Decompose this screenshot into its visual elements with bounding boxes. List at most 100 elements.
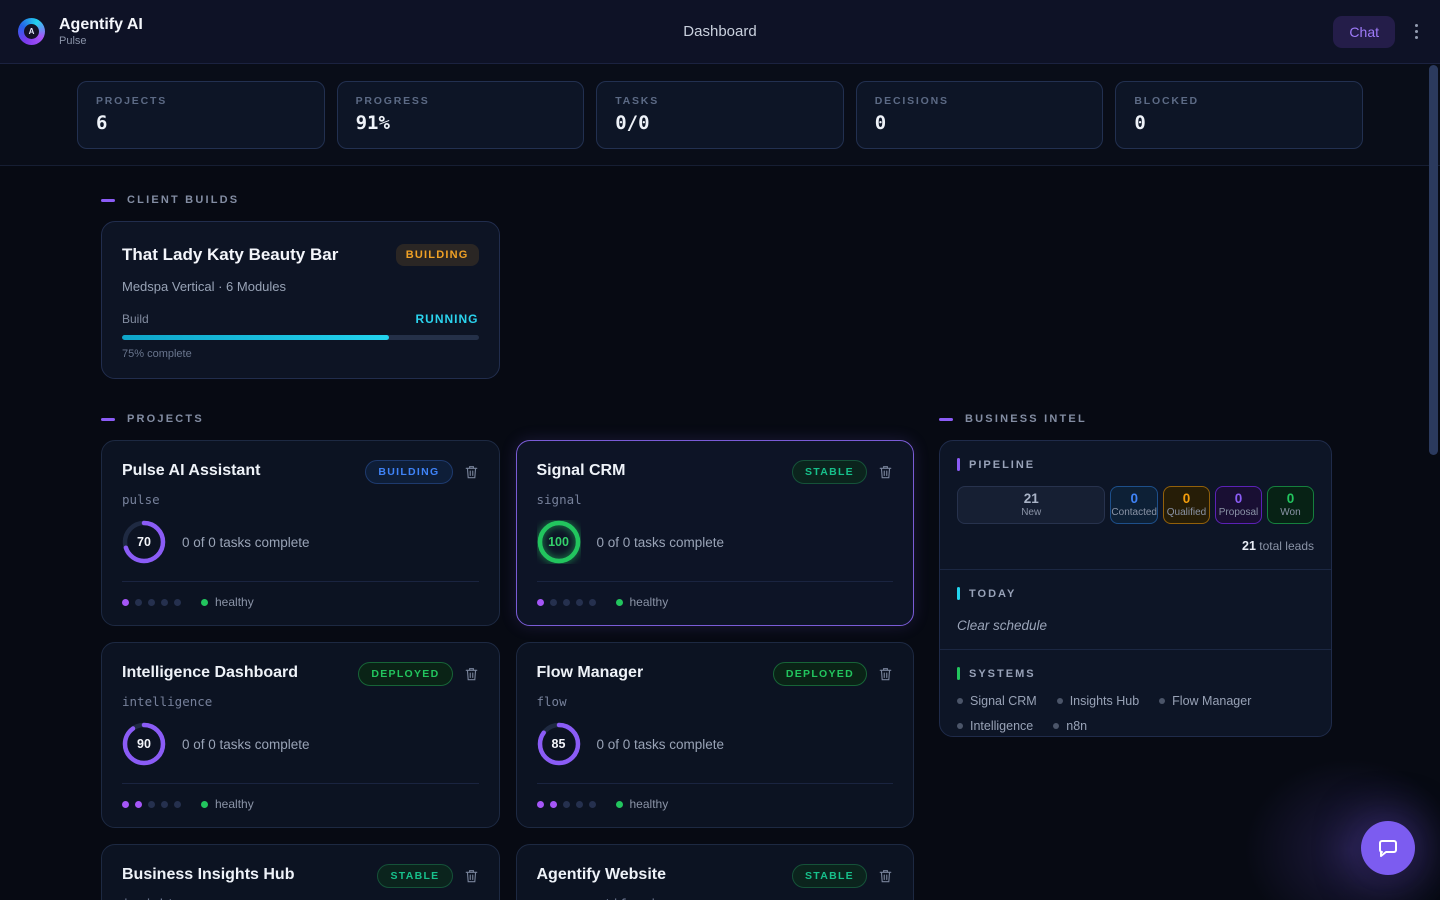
kebab-menu-icon[interactable] (1409, 18, 1424, 45)
client-build-card[interactable]: That Lady Katy Beauty Bar BUILDING Medsp… (101, 221, 500, 379)
system-item: Signal CRM (957, 694, 1037, 708)
system-item: Intelligence (957, 719, 1033, 733)
score-ring: 70 (122, 520, 166, 564)
project-status-badge: STABLE (377, 864, 452, 888)
today-accent-bar (957, 587, 960, 600)
chat-fab-button[interactable] (1361, 821, 1415, 875)
pipeline-stage[interactable]: 21 New (957, 486, 1105, 524)
business-intel-panel: PIPELINE 21 New 0 Contacted 0 Qualified … (939, 440, 1332, 737)
client-builds-section-header: CLIENT BUILDS (101, 194, 914, 206)
project-slug: intelligence (122, 694, 479, 709)
systems-section: SYSTEMS Signal CRM Insights Hub Flow Man… (940, 649, 1331, 737)
health-dot-icon (201, 801, 208, 808)
today-section: TODAY Clear schedule (940, 569, 1331, 649)
milestone-dot (563, 599, 570, 606)
health-dot-icon (201, 599, 208, 606)
milestone-dot (550, 801, 557, 808)
stat-card: DECISIONS 0 (856, 81, 1104, 149)
project-card[interactable]: Pulse AI Assistant BUILDING pulse 70 0 o… (101, 440, 500, 626)
stat-label: DECISIONS (875, 95, 1085, 107)
left-column: CLIENT BUILDS That Lady Katy Beauty Bar … (101, 194, 914, 900)
pipeline-stage[interactable]: 0 Proposal (1215, 486, 1262, 524)
trash-icon[interactable] (464, 464, 479, 480)
pipeline-stage[interactable]: 0 Qualified (1163, 486, 1210, 524)
build-stage-label: Build (122, 312, 149, 326)
project-card[interactable]: Business Insights Hub STABLE insights (101, 844, 500, 900)
project-card[interactable]: Agentify Website STABLE weareagentify.ai (516, 844, 915, 900)
chat-button[interactable]: Chat (1333, 16, 1395, 48)
pipeline-accent-bar (957, 458, 960, 471)
total-leads-label: total leads (1256, 539, 1314, 553)
pipeline-stage[interactable]: 0 Won (1267, 486, 1314, 524)
card-divider (122, 581, 479, 582)
trash-icon[interactable] (878, 464, 893, 480)
app-title-block: Agentify AI Pulse (59, 16, 143, 46)
project-slug: weareagentify.ai (537, 896, 894, 900)
stat-value: 6 (96, 112, 306, 134)
system-dot-icon (957, 698, 963, 704)
milestone-dot (122, 801, 129, 808)
total-leads: 21 total leads (957, 539, 1314, 553)
stage-value: 21 (1024, 491, 1039, 507)
system-dot-icon (1057, 698, 1063, 704)
project-title: Pulse AI Assistant (122, 460, 260, 480)
system-item: Insights Hub (1057, 694, 1139, 708)
health-text: healthy (630, 595, 669, 609)
project-tasks-text: 0 of 0 tasks complete (182, 535, 310, 550)
project-status-badge: STABLE (792, 460, 867, 484)
page-title: Dashboard (0, 23, 1440, 40)
stage-label: Won (1280, 507, 1300, 519)
system-item: Flow Manager (1159, 694, 1251, 708)
stat-value: 0/0 (615, 112, 825, 134)
score-value: 100 (537, 520, 581, 564)
milestone-dot (563, 801, 570, 808)
app-header: A Agentify AI Pulse Dashboard Chat (0, 0, 1440, 64)
today-empty-text: Clear schedule (957, 618, 1314, 633)
project-title: Flow Manager (537, 662, 644, 682)
project-slug: insights (122, 896, 479, 900)
stat-value: 0 (875, 112, 1085, 134)
logo-letter: A (24, 24, 39, 39)
pipeline-stage[interactable]: 0 Contacted (1110, 486, 1158, 524)
milestone-dot (148, 801, 155, 808)
project-card[interactable]: Flow Manager DEPLOYED flow 85 0 of 0 tas… (516, 642, 915, 828)
stat-label: PROJECTS (96, 95, 306, 107)
chat-bubble-icon (1376, 836, 1400, 860)
trash-icon[interactable] (878, 666, 893, 682)
app-logo-icon: A (18, 18, 45, 45)
stats-band: PROJECTS 6 PROGRESS 91% TASKS 0/0 DECISI… (0, 64, 1440, 166)
health-text: healthy (215, 595, 254, 609)
milestone-dot (135, 599, 142, 606)
health-dot-icon (616, 599, 623, 606)
business-intel-column: BUSINESS INTEL PIPELINE 21 New 0 Contact… (939, 413, 1332, 900)
milestone-dots (537, 599, 596, 606)
stage-value: 0 (1130, 491, 1138, 507)
project-ring-row: 70 0 of 0 tasks complete (122, 520, 479, 564)
scrollbar-thumb[interactable] (1429, 65, 1438, 455)
trash-icon[interactable] (464, 666, 479, 682)
milestone-dot (161, 801, 168, 808)
score-value: 85 (537, 722, 581, 766)
stat-card: PROJECTS 6 (77, 81, 325, 149)
system-name: Intelligence (970, 719, 1033, 733)
project-title: Signal CRM (537, 460, 626, 480)
project-card[interactable]: Intelligence Dashboard DEPLOYED intellig… (101, 642, 500, 828)
stage-label: Contacted (1111, 507, 1157, 519)
stage-label: Qualified (1167, 507, 1206, 519)
project-ring-row: 100 0 of 0 tasks complete (537, 520, 894, 564)
project-footer: healthy (122, 595, 479, 609)
project-tasks-text: 0 of 0 tasks complete (597, 535, 725, 550)
project-ring-row: 90 0 of 0 tasks complete (122, 722, 479, 766)
milestone-dot (576, 599, 583, 606)
score-ring: 100 (537, 520, 581, 564)
trash-icon[interactable] (878, 868, 893, 884)
card-divider (537, 783, 894, 784)
systems-accent-bar (957, 667, 960, 680)
project-card[interactable]: Signal CRM STABLE signal 100 0 of 0 task… (516, 440, 915, 626)
trash-icon[interactable] (464, 868, 479, 884)
project-title: Intelligence Dashboard (122, 662, 298, 682)
section-dash-icon (939, 418, 953, 421)
health-text: healthy (630, 797, 669, 811)
project-title: Agentify Website (537, 864, 667, 884)
client-build-subtitle: Medspa Vertical · 6 Modules (122, 279, 479, 294)
